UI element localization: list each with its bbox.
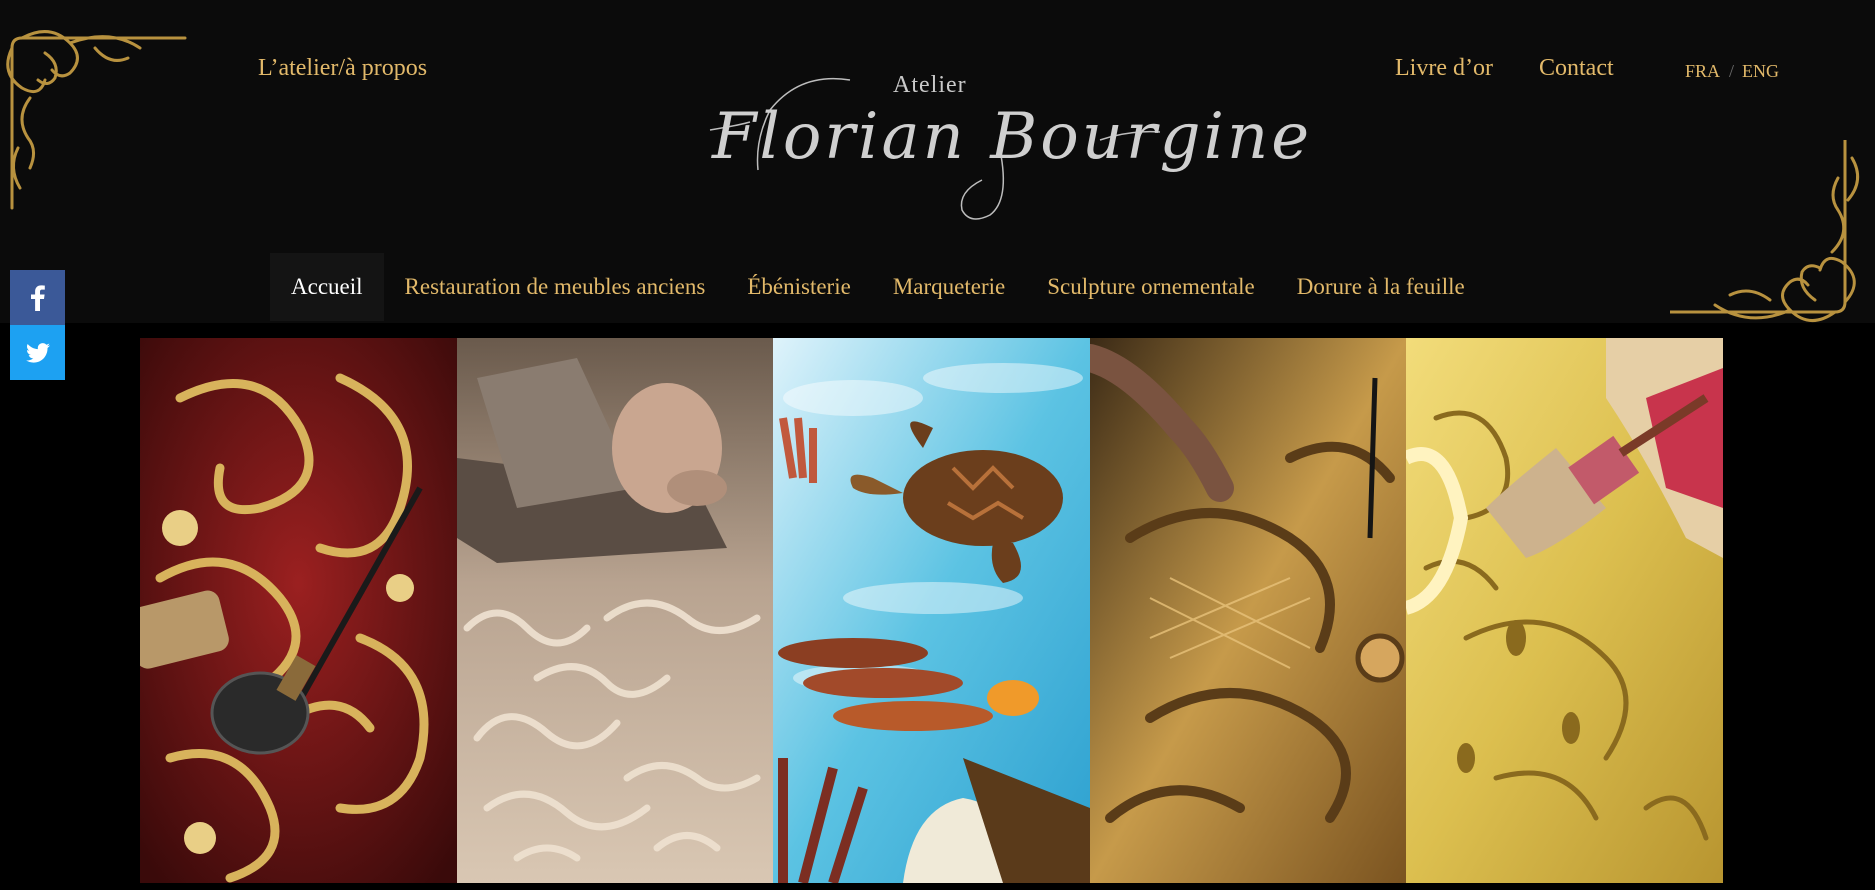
- gallery-image-wood-plane[interactable]: [456, 338, 774, 883]
- logo-name[interactable]: Florian Bourgine: [712, 100, 1312, 174]
- ornament-corner-top-left: [6, 30, 187, 210]
- ornament-corner-bottom-right: [1670, 140, 1860, 322]
- twitter-icon: [25, 342, 50, 363]
- nav-item-marqueterie[interactable]: Marqueterie: [872, 253, 1026, 321]
- main-nav: Accueil Restauration de meubles anciens …: [270, 253, 1486, 321]
- image-gallery: [140, 338, 1723, 883]
- gallery-image-sea-turtle-marquetry[interactable]: [773, 338, 1090, 883]
- facebook-icon: [30, 284, 45, 311]
- logo-atelier: Atelier: [893, 72, 967, 98]
- gallery-image-wood-carving[interactable]: [1089, 338, 1407, 883]
- nav-item-restauration[interactable]: Restauration de meubles anciens: [384, 253, 727, 321]
- language-separator: /: [1729, 61, 1735, 81]
- nav-link-about[interactable]: L’atelier/à propos: [258, 55, 427, 82]
- nav-link-contact[interactable]: Contact: [1539, 55, 1614, 82]
- nav-item-dorure[interactable]: Dorure à la feuille: [1276, 253, 1486, 321]
- share-facebook-button[interactable]: [10, 270, 65, 325]
- nav-item-ebenisterie[interactable]: Ébénisterie: [726, 253, 871, 321]
- gallery-image-boulle-marquetry[interactable]: [140, 338, 457, 883]
- nav-item-accueil[interactable]: Accueil: [270, 253, 384, 321]
- site-header: L’atelier/à propos Livre d’or Contact FR…: [0, 0, 1875, 323]
- share-twitter-button[interactable]: [10, 325, 65, 380]
- language-fra[interactable]: FRA: [1685, 61, 1720, 82]
- language-eng[interactable]: ENG: [1742, 61, 1779, 82]
- nav-link-guestbook[interactable]: Livre d’or: [1395, 55, 1493, 82]
- gallery-image-gilding[interactable]: [1406, 338, 1723, 883]
- nav-item-sculpture[interactable]: Sculpture ornementale: [1026, 253, 1276, 321]
